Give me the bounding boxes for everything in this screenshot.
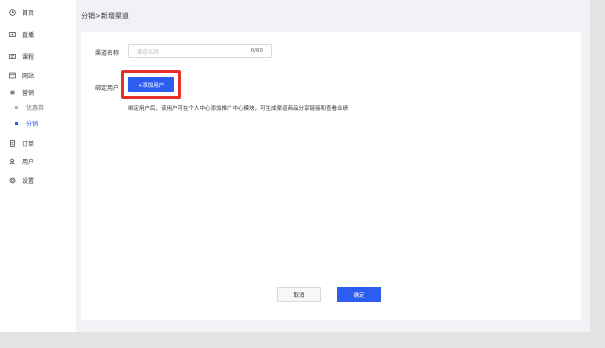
sidebar-item-settings[interactable]: 设置 <box>9 175 34 185</box>
sidebar-item-label: 分销 <box>26 120 39 128</box>
sidebar-item-coupon[interactable]: 优惠券 <box>13 102 44 112</box>
sidebar-item-live[interactable]: 直播 <box>9 29 34 39</box>
sidebar-item-label: 首页 <box>22 9 35 17</box>
bind-user-label: 绑定用户 <box>95 85 120 92</box>
order-icon <box>9 139 16 147</box>
sidebar: 首页 直播 课程 网站 营销 优惠券 分销 订单 用户 设置 <box>0 0 76 332</box>
sidebar-item-label: 订单 <box>22 140 35 148</box>
channel-name-label: 渠道名称 <box>95 50 120 57</box>
channel-name-placeholder: 渠道名称 <box>137 50 160 56</box>
page-header <box>76 0 590 30</box>
sidebar-item-users[interactable]: 用户 <box>9 156 34 166</box>
sidebar-item-home[interactable]: 首页 <box>9 7 34 17</box>
dot-icon <box>13 104 20 111</box>
sidebar-item-label: 直播 <box>22 31 35 39</box>
char-counter: 0/60 <box>250 48 263 54</box>
app-window: 首页 直播 课程 网站 营销 优惠券 分销 订单 用户 设置 分销>新增渠道 渠… <box>0 0 590 332</box>
course-icon <box>9 53 16 60</box>
user-icon <box>9 158 16 165</box>
breadcrumb: 分销>新增渠道 <box>81 12 129 20</box>
sidebar-item-label: 营销 <box>22 89 35 97</box>
gear-icon <box>9 177 16 184</box>
website-icon <box>9 72 16 79</box>
clock-icon <box>9 8 16 16</box>
sidebar-item-label: 课程 <box>22 53 35 61</box>
sidebar-item-label: 用户 <box>22 158 35 166</box>
channel-name-input[interactable]: 渠道名称 0/60 <box>128 44 272 58</box>
add-user-button[interactable]: +添加用户 <box>128 77 174 92</box>
highlight-box: +添加用户 <box>121 70 181 99</box>
sidebar-item-course[interactable]: 课程 <box>9 51 34 61</box>
cancel-button[interactable]: 取消 <box>277 287 321 302</box>
sidebar-item-website[interactable]: 网站 <box>9 70 34 80</box>
square-icon <box>13 120 20 127</box>
sidebar-item-label: 网站 <box>22 72 35 80</box>
live-icon <box>9 31 16 38</box>
bind-user-hint: 绑定用户后，该用户可在个人中心添加推广中心模块，可生成渠道商品分享链接和查看业绩 <box>128 106 349 112</box>
marketing-icon <box>9 89 16 96</box>
sidebar-item-distribution[interactable]: 分销 <box>13 118 38 128</box>
sidebar-item-label: 设置 <box>22 177 35 185</box>
confirm-button[interactable]: 确定 <box>337 287 381 302</box>
sidebar-item-marketing[interactable]: 营销 <box>9 87 34 97</box>
sidebar-item-orders[interactable]: 订单 <box>9 138 34 148</box>
sidebar-item-label: 优惠券 <box>26 104 45 112</box>
